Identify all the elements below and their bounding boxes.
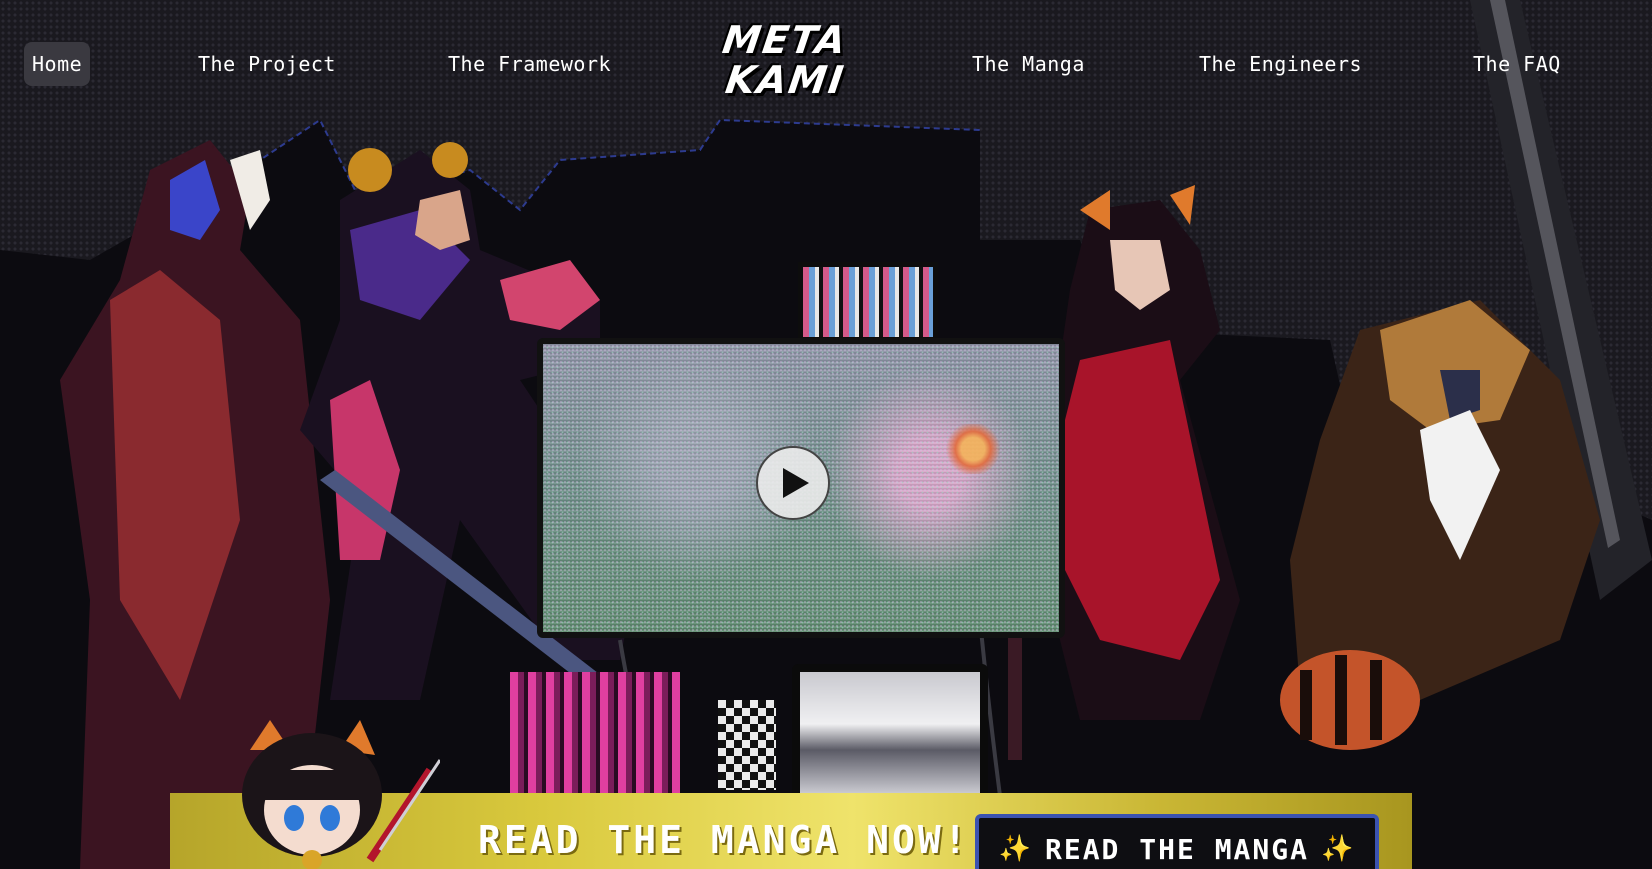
- play-icon: [783, 468, 809, 498]
- nav-the-manga[interactable]: The Manga: [972, 42, 1085, 86]
- small-tv-top: [798, 262, 938, 342]
- nav-the-framework[interactable]: The Framework: [448, 42, 611, 86]
- top-nav: Home The Project The Framework META KAMI…: [0, 0, 1652, 130]
- meta-kami-logo[interactable]: META KAMI: [719, 18, 851, 102]
- read-the-manga-button[interactable]: ✨ READ THE MANGA ✨: [975, 814, 1379, 869]
- logo-line-2: KAMI: [722, 58, 848, 102]
- sparkle-icon: ✨: [1321, 834, 1356, 864]
- promo-title: READ THE MANGA NOW!: [478, 818, 970, 862]
- tv-glitch: [943, 424, 1003, 474]
- read-the-manga-label: READ THE MANGA: [1044, 832, 1309, 866]
- nav-the-faq[interactable]: The FAQ: [1473, 42, 1561, 86]
- page: Home The Project The Framework META KAMI…: [0, 0, 1652, 869]
- logo-line-1: META: [719, 18, 851, 62]
- pink-bars-screen: [510, 672, 680, 802]
- play-button[interactable]: [756, 446, 830, 520]
- checker-screen: [718, 700, 776, 790]
- nav-the-engineers[interactable]: The Engineers: [1199, 42, 1362, 86]
- nav-home[interactable]: Home: [24, 42, 91, 86]
- small-tv-bottom: [792, 664, 988, 810]
- nav-the-project[interactable]: The Project: [198, 42, 336, 86]
- sparkle-icon: ✨: [998, 834, 1033, 864]
- chibi-mascot: [242, 720, 440, 869]
